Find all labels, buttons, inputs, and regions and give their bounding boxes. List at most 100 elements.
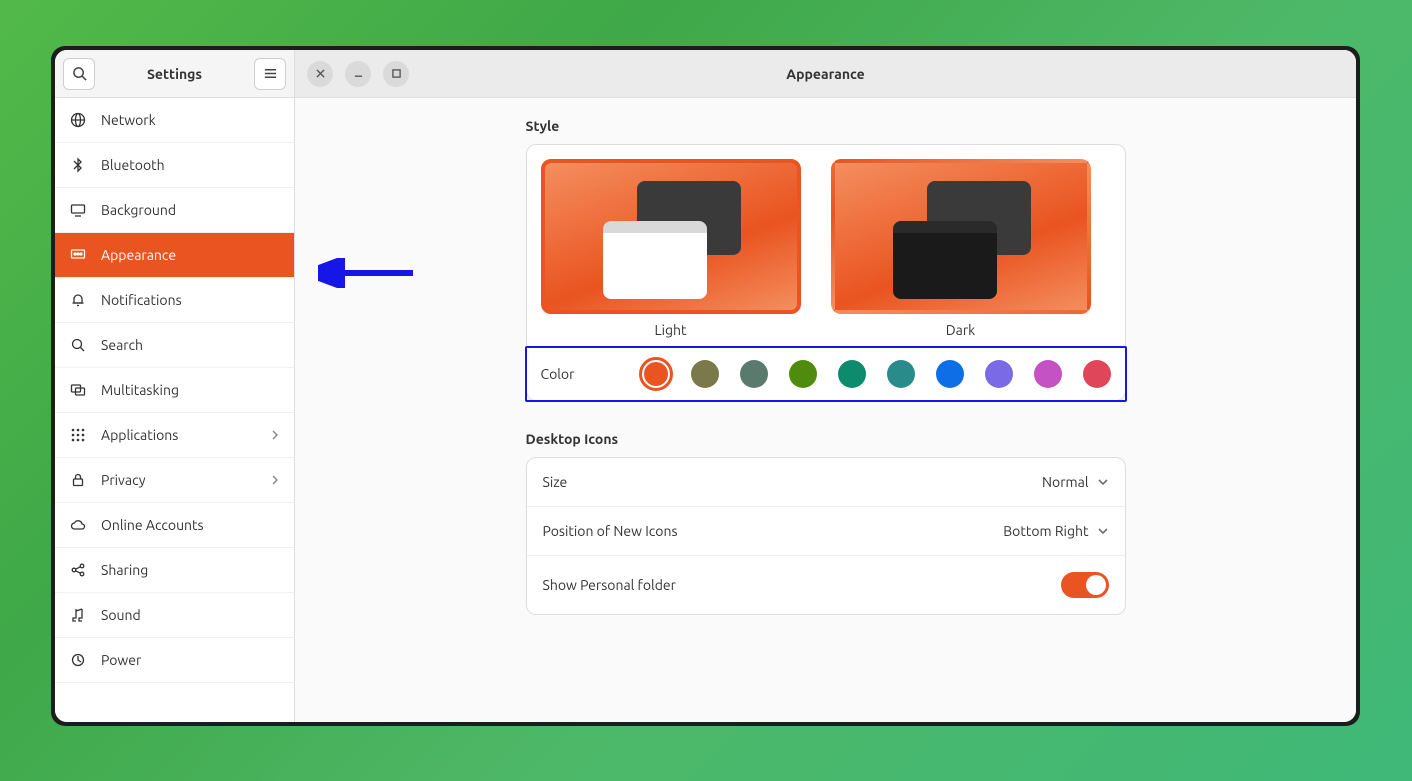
desktop-icons-panel: Size Normal Position of New Icons Bottom…: [526, 457, 1126, 615]
window-controls: [307, 61, 409, 87]
bell-icon: [69, 291, 87, 309]
color-swatch-5[interactable]: [887, 360, 915, 388]
sidebar-item-multitasking[interactable]: Multitasking: [55, 368, 294, 413]
maximize-icon: [392, 69, 401, 78]
window-frame: Settings Network Bluetooth Background Appea…: [51, 46, 1360, 726]
hamburger-icon: [263, 66, 278, 81]
sidebar-item-label: Network: [101, 112, 156, 128]
minimize-button[interactable]: [345, 61, 371, 87]
main-panel: Appearance Style Light Dark Color Desktop…: [295, 50, 1356, 722]
grid-icon: [69, 426, 87, 444]
color-swatch-0[interactable]: [639, 357, 673, 391]
maximize-button[interactable]: [383, 61, 409, 87]
sidebar-header: Settings: [55, 50, 294, 98]
sidebar-item-label: Online Accounts: [101, 517, 204, 533]
style-option-dark[interactable]: Dark: [831, 159, 1091, 338]
sidebar-item-background[interactable]: Background: [55, 188, 294, 233]
thumb-window-front: [893, 221, 997, 299]
position-value-dropdown[interactable]: Bottom Right: [1003, 523, 1108, 539]
position-label: Position of New Icons: [543, 523, 1004, 539]
bluetooth-icon: [69, 156, 87, 174]
color-swatch-2[interactable]: [740, 360, 768, 388]
hamburger-button[interactable]: [254, 58, 286, 90]
color-row: Color: [525, 346, 1127, 402]
appearance-icon: [69, 246, 87, 264]
share-icon: [69, 561, 87, 579]
sound-icon: [69, 606, 87, 624]
color-swatch-9[interactable]: [1083, 360, 1111, 388]
sidebar-item-label: Sharing: [101, 562, 148, 578]
thumb-window-front: [603, 221, 707, 299]
chevron-right-icon: [270, 430, 280, 440]
sidebar-item-power[interactable]: Power: [55, 638, 294, 683]
close-button[interactable]: [307, 61, 333, 87]
multitask-icon: [69, 381, 87, 399]
search-icon: [69, 336, 87, 354]
sidebar: Settings Network Bluetooth Background Appea…: [55, 50, 295, 722]
size-value-dropdown[interactable]: Normal: [1042, 474, 1108, 490]
chevron-down-icon: [1097, 476, 1109, 488]
position-row[interactable]: Position of New Icons Bottom Right: [527, 507, 1125, 556]
sidebar-item-label: Multitasking: [101, 382, 179, 398]
display-icon: [69, 201, 87, 219]
show-personal-label: Show Personal folder: [543, 577, 1061, 593]
sidebar-item-label: Privacy: [101, 472, 145, 488]
color-swatch-6[interactable]: [936, 360, 964, 388]
content: Style Light Dark Color Desktop Icons Size…: [295, 98, 1356, 722]
globe-icon: [69, 111, 87, 129]
size-value: Normal: [1042, 474, 1088, 490]
sidebar-item-bluetooth[interactable]: Bluetooth: [55, 143, 294, 188]
swatch-inner: [644, 362, 668, 386]
sidebar-item-network[interactable]: Network: [55, 98, 294, 143]
style-thumb-light: [541, 159, 801, 314]
color-swatch-3[interactable]: [789, 360, 817, 388]
style-thumb-dark: [831, 159, 1091, 314]
minimize-icon: [354, 69, 363, 78]
show-personal-toggle[interactable]: [1061, 572, 1109, 598]
sidebar-item-label: Bluetooth: [101, 157, 165, 173]
show-personal-row: Show Personal folder: [527, 556, 1125, 614]
color-label: Color: [541, 366, 575, 382]
sidebar-item-label: Power: [101, 652, 141, 668]
color-swatch-4[interactable]: [838, 360, 866, 388]
toggle-knob: [1086, 575, 1106, 595]
lock-icon: [69, 471, 87, 489]
color-swatch-8[interactable]: [1034, 360, 1062, 388]
style-section-label: Style: [526, 118, 1126, 134]
sidebar-item-sharing[interactable]: Sharing: [55, 548, 294, 593]
search-icon: [72, 66, 87, 81]
size-row[interactable]: Size Normal: [527, 458, 1125, 507]
sidebar-item-label: Sound: [101, 607, 141, 623]
color-swatches: [642, 360, 1111, 388]
sidebar-item-label: Background: [101, 202, 176, 218]
sidebar-item-applications[interactable]: Applications: [55, 413, 294, 458]
sidebar-item-appearance[interactable]: Appearance: [55, 233, 294, 278]
sidebar-item-label: Notifications: [101, 292, 182, 308]
settings-window: Settings Network Bluetooth Background Appea…: [55, 50, 1356, 722]
desktop-icons-section-label: Desktop Icons: [526, 431, 1126, 447]
style-option-label: Light: [654, 322, 686, 338]
sidebar-item-sound[interactable]: Sound: [55, 593, 294, 638]
power-icon: [69, 651, 87, 669]
sidebar-item-online-accounts[interactable]: Online Accounts: [55, 503, 294, 548]
close-icon: [316, 69, 325, 78]
search-button[interactable]: [63, 58, 95, 90]
position-value: Bottom Right: [1003, 523, 1088, 539]
sidebar-item-search[interactable]: Search: [55, 323, 294, 368]
sidebar-item-label: Appearance: [101, 247, 176, 263]
sidebar-item-label: Applications: [101, 427, 178, 443]
chevron-right-icon: [270, 475, 280, 485]
page-title: Appearance: [786, 66, 864, 82]
sidebar-item-privacy[interactable]: Privacy: [55, 458, 294, 503]
color-swatch-1[interactable]: [691, 360, 719, 388]
cloud-icon: [69, 516, 87, 534]
sidebar-title: Settings: [101, 66, 248, 82]
sidebar-item-label: Search: [101, 337, 143, 353]
style-options-row: Light Dark: [527, 145, 1125, 348]
color-swatch-7[interactable]: [985, 360, 1013, 388]
style-option-light[interactable]: Light: [541, 159, 801, 338]
size-label: Size: [543, 474, 1043, 490]
sidebar-item-notifications[interactable]: Notifications: [55, 278, 294, 323]
sidebar-list: Network Bluetooth Background Appearance Noti…: [55, 98, 294, 722]
style-panel: Light Dark Color: [526, 144, 1126, 401]
